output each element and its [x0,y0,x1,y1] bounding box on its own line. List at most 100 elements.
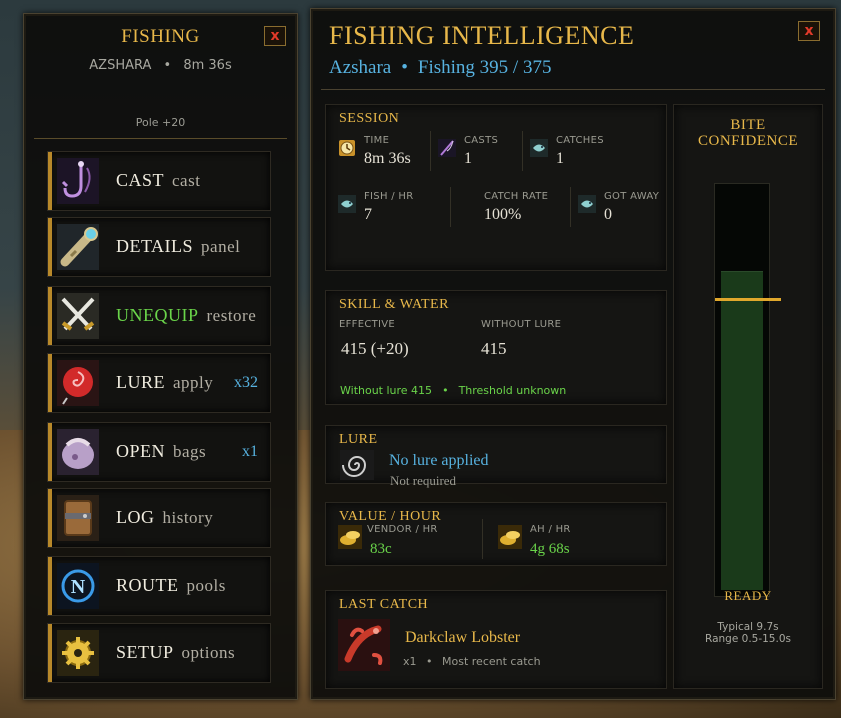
lure-bobber-icon [57,360,99,406]
menu-item-label: LURE apply [116,372,213,393]
stat-value: 8m 36s [364,150,411,167]
separator: • [163,58,172,73]
section-title: SKILL & WATER [339,297,449,312]
note-text: Without lure 415 [340,384,433,397]
skill-water-box: SKILL & WATER EFFECTIVE 415 (+20) WITHOU… [325,290,667,405]
time-range: Range 0.5-15.0s [705,633,791,645]
coin-pile-icon [338,525,362,549]
spyglass-icon [57,224,99,270]
fishing-rod-icon [438,139,456,157]
skill-note: Without lure 415 • Threshold unknown [340,381,566,399]
count-badge: x32 [234,374,258,391]
fishing-action-panel: x FISHING AZSHARA • 8m 36s Pole +20 CAST… [23,13,298,700]
menu-item-label: SETUP options [116,642,235,663]
last-catch-box: LAST CATCH Darkclaw Lobster x1 • Most re… [325,590,667,689]
menu-item-label: DETAILS panel [116,236,240,257]
title-line: BITE [730,117,766,133]
action-subtitle: options [181,643,236,662]
catch-count: x1 [403,655,417,668]
ah-per-hour: 4g 68s [530,541,570,557]
action-subtitle: bags [173,442,207,461]
accent-bar [48,624,52,682]
menu-item-label: ROUTE pools [116,575,226,596]
action-name: CAST [116,170,165,190]
action-name: OPEN [116,441,166,461]
menu-item-details[interactable]: DETAILS panel [47,217,271,277]
stat-fish-per-hour: FISH / HR 7 [364,191,413,224]
stat-time: TIME 8m 36s [364,135,411,168]
section-title: LURE [339,432,378,447]
divider [570,187,571,227]
ready-label: READY [724,588,772,603]
accent-bar [48,489,52,547]
fish-icon [338,195,356,213]
catch-meta: x1 • Most recent catch [403,655,541,668]
panel-title: FISHING [121,26,200,47]
session-box: SESSION TIME 8m 36s CASTS 1 CATCHES 1 FI… [325,104,667,271]
meter-fill [721,271,763,590]
section-title: VALUE / HOUR [339,509,442,524]
stat-value: 7 [364,206,372,223]
pole-bonus: Pole +20 [135,116,186,129]
stat-catch-rate: CATCH RATE 100% [484,191,548,224]
effective-skill: 415 (+20) [341,339,409,358]
catch-note: Most recent catch [442,655,541,668]
action-subtitle: panel [201,237,241,256]
svg-text:N: N [71,576,86,598]
section-title: SESSION [339,111,400,126]
lure-status: No lure applied [389,452,489,469]
accent-bar [48,557,52,615]
stat-label: CATCH RATE [484,191,549,202]
menu-item-log[interactable]: LOG history [47,488,271,548]
without-lure-skill: 415 [481,339,507,358]
bag-icon [57,429,99,475]
menu-item-setup[interactable]: SETUP options [47,623,271,683]
coin-pile-icon [498,525,522,549]
menu-item-cast[interactable]: CAST cast [47,151,271,211]
action-name: ROUTE [116,575,179,595]
stat-casts: CASTS 1 [464,135,498,168]
stat-label: EFFECTIVE [339,319,396,330]
menu-item-lure[interactable]: LURE apply x32 [47,353,271,413]
stat-label: VENDOR / HR [367,524,438,535]
vendor-per-hour: 83c [370,541,392,557]
menu-item-label: LOG history [116,507,213,528]
divider [34,138,287,139]
stat-label: WITHOUT LURE [481,319,562,330]
divider [522,131,523,171]
stat-value: 1 [556,150,564,167]
lure-box: LURE No lure applied Not required [325,425,667,488]
close-button[interactable]: x [798,21,820,41]
threshold-marker [715,298,781,301]
menu-item-unequip[interactable]: UNEQUIP restore [47,286,271,346]
section-title: LAST CATCH [339,597,429,612]
menu-item-label: CAST cast [116,170,200,191]
zone-name: Azshara [329,57,392,78]
compass-icon: N [57,563,99,609]
menu-item-label: UNEQUIP restore [116,305,256,326]
stat-label: GOT AWAY [604,191,660,202]
note-text: Threshold unknown [458,384,567,397]
fish-icon [530,139,548,157]
menu-item-open[interactable]: OPEN bags x1 [47,422,271,482]
action-subtitle: apply [173,373,214,392]
menu-item-route[interactable]: N ROUTE pools [47,556,271,616]
menu-item-label: OPEN bags [116,441,206,462]
stat-label: TIME [364,135,390,146]
lobster-icon [338,619,390,671]
lure-note: Not required [390,473,457,488]
count-badge: x1 [242,443,258,460]
divider [482,519,483,559]
zone-and-time: AZSHARA • 8m 36s [24,58,297,73]
fishing-skill: Fishing 395 / 375 [417,57,552,78]
accent-bar [48,354,52,412]
title-line: CONFIDENCE [697,133,798,149]
elapsed-time: 8m 36s [183,58,232,73]
stat-label: CASTS [464,135,499,146]
accent-bar [48,152,52,210]
action-name: UNEQUIP [116,305,199,325]
zone-name: AZSHARA [89,58,152,73]
value-per-hour-box: VALUE / HOUR VENDOR / HR 83c AH / HR 4g … [325,502,667,566]
action-subtitle: cast [172,171,201,190]
clock-icon [339,140,355,156]
